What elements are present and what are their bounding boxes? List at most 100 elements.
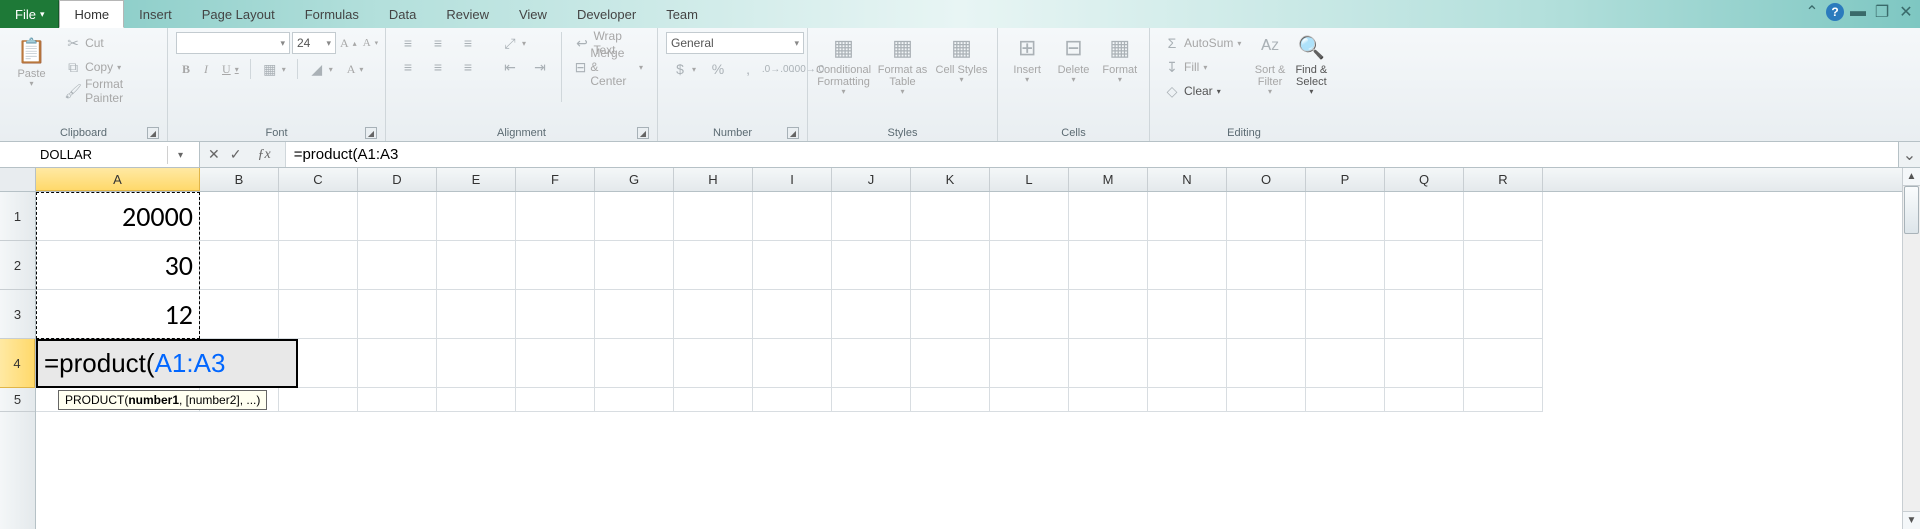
cell-N5[interactable] [1148, 388, 1227, 412]
column-header-K[interactable]: K [911, 168, 990, 191]
cell-G5[interactable] [595, 388, 674, 412]
cell-F4[interactable] [516, 339, 595, 388]
cell-C1[interactable] [279, 192, 358, 241]
cell-C3[interactable] [279, 290, 358, 339]
cell-M1[interactable] [1069, 192, 1148, 241]
select-all-corner[interactable] [0, 168, 36, 192]
cell-Q5[interactable] [1385, 388, 1464, 412]
tab-file[interactable]: File▾ [0, 0, 59, 28]
cell-G3[interactable] [595, 290, 674, 339]
tab-home[interactable]: Home [59, 0, 124, 28]
italic-button[interactable]: I [198, 58, 214, 80]
align-center-button[interactable]: ≡ [424, 56, 452, 78]
cell-N3[interactable] [1148, 290, 1227, 339]
cell-D3[interactable] [358, 290, 437, 339]
cell-Q3[interactable] [1385, 290, 1464, 339]
insert-cells-button[interactable]: ⊞Insert▾ [1006, 32, 1048, 85]
column-header-I[interactable]: I [753, 168, 832, 191]
column-header-A[interactable]: A [36, 168, 200, 191]
font-launcher[interactable]: ◢ [365, 127, 377, 139]
cell-R4[interactable] [1464, 339, 1543, 388]
cell-A2[interactable]: 30 [36, 241, 200, 290]
cell-L2[interactable] [990, 241, 1069, 290]
cell-N2[interactable] [1148, 241, 1227, 290]
cell-J5[interactable] [832, 388, 911, 412]
cell-E1[interactable] [437, 192, 516, 241]
cell-O2[interactable] [1227, 241, 1306, 290]
scroll-thumb[interactable] [1904, 186, 1919, 234]
cell-F5[interactable] [516, 388, 595, 412]
comma-button[interactable]: , [734, 58, 762, 80]
column-header-L[interactable]: L [990, 168, 1069, 191]
fill-button[interactable]: ↧Fill▾ [1158, 56, 1247, 78]
insert-function-icon[interactable]: ƒx [251, 147, 276, 163]
column-header-J[interactable]: J [832, 168, 911, 191]
cell-I1[interactable] [753, 192, 832, 241]
copy-button[interactable]: ⧉Copy▾ [59, 56, 159, 78]
increase-indent-button[interactable]: ⇥ [526, 56, 554, 78]
cell-J2[interactable] [832, 241, 911, 290]
cell-O4[interactable] [1227, 339, 1306, 388]
cell-D1[interactable] [358, 192, 437, 241]
font-color-button[interactable]: A▾ [341, 58, 370, 80]
decrease-font-button[interactable]: A▾ [361, 32, 380, 54]
cell-D2[interactable] [358, 241, 437, 290]
enter-formula-icon[interactable]: ✓ [230, 146, 242, 163]
clear-button[interactable]: ◇Clear▾ [1158, 80, 1247, 102]
cell-M5[interactable] [1069, 388, 1148, 412]
font-size-combo[interactable]: 24▾ [292, 32, 336, 54]
cell-A1[interactable]: 20000 [36, 192, 200, 241]
cell-I3[interactable] [753, 290, 832, 339]
merge-center-button[interactable]: ⊟Merge & Center▾ [569, 56, 649, 78]
alignment-launcher[interactable]: ◢ [637, 127, 649, 139]
cell-L4[interactable] [990, 339, 1069, 388]
cell-P1[interactable] [1306, 192, 1385, 241]
cell-G4[interactable] [595, 339, 674, 388]
cell-L3[interactable] [990, 290, 1069, 339]
tab-page-layout[interactable]: Page Layout [187, 0, 290, 28]
align-right-button[interactable]: ≡ [454, 56, 482, 78]
row-header-4[interactable]: 4 [0, 339, 35, 388]
align-top-button[interactable]: ≡ [394, 32, 422, 54]
cancel-formula-icon[interactable]: ✕ [208, 146, 220, 163]
cell-M2[interactable] [1069, 241, 1148, 290]
tab-insert[interactable]: Insert [124, 0, 187, 28]
autosum-button[interactable]: ΣAutoSum▾ [1158, 32, 1247, 54]
cell-N1[interactable] [1148, 192, 1227, 241]
row-header-3[interactable]: 3 [0, 290, 35, 339]
cell-I2[interactable] [753, 241, 832, 290]
cell-G2[interactable] [595, 241, 674, 290]
sort-filter-button[interactable]: ᴬᶻSort & Filter▾ [1251, 32, 1288, 97]
column-header-D[interactable]: D [358, 168, 437, 191]
cell-Q1[interactable] [1385, 192, 1464, 241]
paste-button[interactable]: 📋 Paste ▾ [8, 32, 55, 93]
orientation-button[interactable]: ⤢▾ [496, 32, 532, 54]
number-format-combo[interactable]: General▾ [666, 32, 804, 54]
tab-view[interactable]: View [504, 0, 562, 28]
tab-developer[interactable]: Developer [562, 0, 651, 28]
cell-Q4[interactable] [1385, 339, 1464, 388]
cell-E5[interactable] [437, 388, 516, 412]
clipboard-launcher[interactable]: ◢ [147, 127, 159, 139]
cell-M3[interactable] [1069, 290, 1148, 339]
window-close-icon[interactable]: ✕ [1896, 3, 1916, 21]
column-header-H[interactable]: H [674, 168, 753, 191]
currency-button[interactable]: $▾ [666, 58, 702, 80]
window-restore-icon[interactable]: ❐ [1872, 3, 1892, 21]
tab-formulas[interactable]: Formulas [290, 0, 374, 28]
cell-B2[interactable] [200, 241, 279, 290]
cell-M4[interactable] [1069, 339, 1148, 388]
cell-O1[interactable] [1227, 192, 1306, 241]
column-header-C[interactable]: C [279, 168, 358, 191]
name-box-dropdown-icon[interactable]: ▾ [167, 146, 193, 164]
column-header-F[interactable]: F [516, 168, 595, 191]
row-header-2[interactable]: 2 [0, 241, 35, 290]
find-select-button[interactable]: 🔍Find & Select▾ [1293, 32, 1330, 97]
cell-J4[interactable] [832, 339, 911, 388]
cell-E3[interactable] [437, 290, 516, 339]
cell-R3[interactable] [1464, 290, 1543, 339]
scroll-down-icon[interactable]: ▼ [1903, 511, 1920, 529]
cell-R5[interactable] [1464, 388, 1543, 412]
column-header-R[interactable]: R [1464, 168, 1543, 191]
cell-E2[interactable] [437, 241, 516, 290]
